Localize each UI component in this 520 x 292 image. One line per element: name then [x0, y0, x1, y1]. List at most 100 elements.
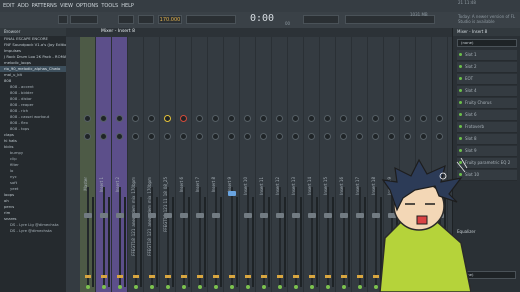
- route-indicator[interactable]: [245, 275, 251, 278]
- mute-led[interactable]: [198, 285, 202, 289]
- effect-slot[interactable]: EOT: [457, 74, 517, 85]
- stereo-knob[interactable]: [244, 133, 251, 140]
- mixer-strip[interactable]: Insert 15: [320, 37, 336, 292]
- route-indicator[interactable]: [261, 275, 267, 278]
- pan-knob[interactable]: [404, 115, 411, 122]
- mute-led[interactable]: [118, 285, 122, 289]
- volume-fader[interactable]: [196, 213, 204, 218]
- volume-fader[interactable]: [292, 213, 300, 218]
- stereo-knob[interactable]: [340, 133, 347, 140]
- volume-fader[interactable]: [228, 191, 236, 196]
- stereo-knob[interactable]: [388, 133, 395, 140]
- mixer-strip[interactable]: Insert 8: [208, 37, 224, 292]
- stereo-knob[interactable]: [420, 133, 427, 140]
- volume-fader[interactable]: [180, 213, 188, 218]
- pan-knob[interactable]: [180, 115, 187, 122]
- volume-fader[interactable]: [84, 213, 92, 218]
- mixer-strip[interactable]: Insert 17: [352, 37, 368, 292]
- mute-led[interactable]: [86, 285, 90, 289]
- mixer-strip[interactable]: Insert 12: [272, 37, 288, 292]
- menu-help[interactable]: HELP: [121, 3, 134, 9]
- mixer-strip[interactable]: Insert 11: [256, 37, 272, 292]
- route-indicator[interactable]: [165, 275, 171, 278]
- mixer-strip[interactable]: Master: [80, 37, 96, 292]
- stereo-knob[interactable]: [292, 133, 299, 140]
- stereo-knob[interactable]: [180, 133, 187, 140]
- route-indicator[interactable]: [213, 275, 219, 278]
- mute-led[interactable]: [262, 285, 266, 289]
- mute-led[interactable]: [150, 285, 154, 289]
- mute-led[interactable]: [182, 285, 186, 289]
- record-button[interactable]: [138, 15, 154, 24]
- pan-knob[interactable]: [164, 115, 171, 122]
- route-indicator[interactable]: [357, 275, 363, 278]
- effect-slot[interactable]: Slot 4: [457, 86, 517, 97]
- pan-knob[interactable]: [356, 115, 363, 122]
- pan-knob[interactable]: [420, 115, 427, 122]
- mute-led[interactable]: [278, 285, 282, 289]
- pan-knob[interactable]: [100, 115, 107, 122]
- stereo-knob[interactable]: [372, 133, 379, 140]
- volume-fader[interactable]: [308, 213, 316, 218]
- stereo-knob[interactable]: [260, 133, 267, 140]
- effect-slot[interactable]: Fruity Chorus: [457, 98, 517, 109]
- stop-button[interactable]: [118, 15, 134, 24]
- mute-led[interactable]: [342, 285, 346, 289]
- mute-led[interactable]: [102, 285, 106, 289]
- pan-knob[interactable]: [196, 115, 203, 122]
- volume-fader[interactable]: [356, 213, 364, 218]
- stereo-knob[interactable]: [148, 133, 155, 140]
- route-indicator[interactable]: [149, 275, 155, 278]
- stereo-knob[interactable]: [100, 133, 107, 140]
- route-indicator[interactable]: [117, 275, 123, 278]
- mixer-strip[interactable]: FFEGT18_121_anew_dem_mix_170bpm: [144, 37, 160, 292]
- mixer-strip[interactable]: Insert 16: [336, 37, 352, 292]
- volume-fader[interactable]: [244, 213, 252, 218]
- route-indicator[interactable]: [101, 275, 107, 278]
- route-indicator[interactable]: [277, 275, 283, 278]
- stereo-knob[interactable]: [196, 133, 203, 140]
- pan-knob[interactable]: [228, 115, 235, 122]
- mute-led[interactable]: [294, 285, 298, 289]
- stereo-knob[interactable]: [116, 133, 123, 140]
- snap-controls[interactable]: [186, 15, 236, 24]
- input-select[interactable]: (none): [457, 39, 517, 47]
- stereo-knob[interactable]: [308, 133, 315, 140]
- effect-slot[interactable]: Slot 9: [457, 146, 517, 157]
- mixer-strip[interactable]: FFEGT18_121 11_18_08_25: [160, 37, 176, 292]
- effect-slot[interactable]: Slot 6: [457, 110, 517, 121]
- mute-led[interactable]: [230, 285, 234, 289]
- pan-knob[interactable]: [116, 115, 123, 122]
- mute-led[interactable]: [326, 285, 330, 289]
- mixer-strip[interactable]: Insert 14: [304, 37, 320, 292]
- stereo-knob[interactable]: [324, 133, 331, 140]
- effect-slot[interactable]: Frotoverb: [457, 122, 517, 133]
- pan-knob[interactable]: [244, 115, 251, 122]
- pan-knob[interactable]: [340, 115, 347, 122]
- pan-knob[interactable]: [292, 115, 299, 122]
- menu-edit[interactable]: EDIT: [3, 3, 15, 9]
- pan-knob[interactable]: [324, 115, 331, 122]
- stereo-knob[interactable]: [212, 133, 219, 140]
- stereo-knob[interactable]: [132, 133, 139, 140]
- stereo-knob[interactable]: [228, 133, 235, 140]
- pan-knob[interactable]: [308, 115, 315, 122]
- stereo-knob[interactable]: [436, 133, 443, 140]
- volume-fader[interactable]: [212, 213, 220, 218]
- effect-slot[interactable]: Slot 2: [457, 62, 517, 73]
- route-indicator[interactable]: [85, 275, 91, 278]
- menu-options[interactable]: OPTIONS: [76, 3, 98, 9]
- route-indicator[interactable]: [293, 275, 299, 278]
- volume-fader[interactable]: [260, 213, 268, 218]
- volume-fader[interactable]: [164, 213, 172, 218]
- mute-led[interactable]: [310, 285, 314, 289]
- mixer-strip[interactable]: Insert 1: [96, 37, 112, 292]
- menu-tools[interactable]: TOOLS: [101, 3, 118, 9]
- volume-fader[interactable]: [100, 213, 108, 218]
- effect-slot[interactable]: Slot 8: [457, 134, 517, 145]
- pattern-mode-button[interactable]: [58, 15, 68, 24]
- pan-knob[interactable]: [276, 115, 283, 122]
- route-indicator[interactable]: [309, 275, 315, 278]
- mixer-strip[interactable]: Insert 7: [192, 37, 208, 292]
- mixer-strip[interactable]: Insert 9: [224, 37, 240, 292]
